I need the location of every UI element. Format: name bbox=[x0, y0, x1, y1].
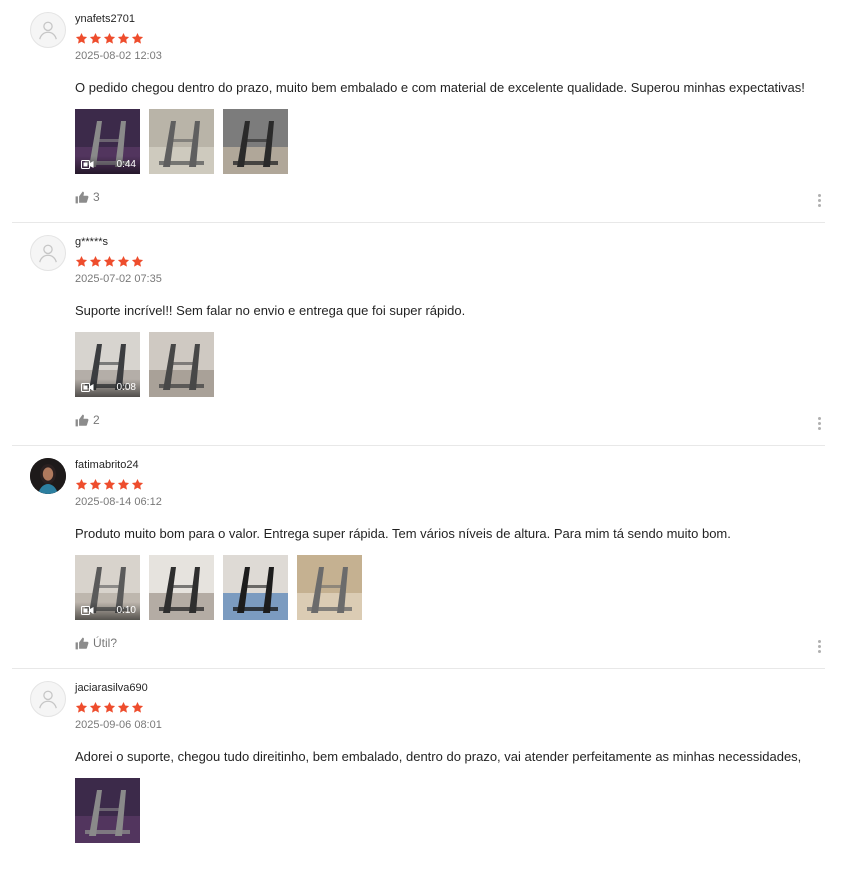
review-media-list: 0:10 bbox=[75, 555, 825, 620]
review-body: jaciarasilva690 2025-09-06 08:01 Adorei o … bbox=[75, 669, 825, 843]
review-video-thumbnail[interactable]: 0:10 bbox=[75, 555, 140, 620]
video-camera-icon bbox=[81, 379, 94, 397]
review-text: Suporte incrível!! Sem falar no envio e … bbox=[75, 303, 466, 318]
more-options-icon[interactable] bbox=[813, 190, 825, 210]
star-icon bbox=[131, 478, 144, 491]
like-count: 2 bbox=[93, 413, 100, 427]
more-options-icon[interactable] bbox=[813, 413, 825, 433]
review-media-list bbox=[75, 778, 825, 843]
review-item: ynafets2701 2025-08-02 12:03 O pedido cheg… bbox=[12, 0, 825, 223]
star-icon bbox=[103, 32, 116, 45]
review-body: fatimabrito24 2025-08-14 06:12 Produto mui… bbox=[75, 446, 825, 668]
review-video-thumbnail[interactable]: 0:44 bbox=[75, 109, 140, 174]
star-icon bbox=[117, 478, 130, 491]
video-overlay: 0:08 bbox=[75, 379, 140, 397]
thumbs-up-icon bbox=[75, 637, 89, 650]
like-button[interactable]: 3 bbox=[75, 190, 100, 204]
review-video-thumbnail[interactable]: 0:08 bbox=[75, 332, 140, 397]
star-icon bbox=[75, 701, 88, 714]
user-avatar[interactable] bbox=[30, 12, 66, 48]
review-username[interactable]: jaciarasilva690 bbox=[75, 682, 825, 695]
review-actions: 2 bbox=[75, 413, 825, 445]
star-icon bbox=[103, 701, 116, 714]
review-body: g*****s 2025-07-02 07:35 Suporte incrível!… bbox=[75, 223, 825, 445]
video-duration: 0:08 bbox=[116, 382, 136, 393]
star-icon bbox=[75, 32, 88, 45]
review-text: Adorei o suporte, chegou tudo direitinho… bbox=[75, 749, 802, 764]
review-item: g*****s 2025-07-02 07:35 Suporte incrível!… bbox=[12, 223, 825, 446]
review-username[interactable]: g*****s bbox=[75, 236, 825, 249]
star-rating bbox=[75, 701, 825, 714]
star-icon bbox=[75, 255, 88, 268]
review-date: 2025-09-06 08:01 bbox=[75, 719, 162, 731]
video-overlay: 0:10 bbox=[75, 602, 140, 620]
review-photo-thumbnail[interactable] bbox=[149, 555, 214, 620]
star-icon bbox=[89, 701, 102, 714]
like-count: 3 bbox=[93, 190, 100, 204]
review-item: jaciarasilva690 2025-09-06 08:01 Adorei o … bbox=[12, 669, 825, 843]
star-rating bbox=[75, 478, 825, 491]
review-photo-thumbnail[interactable] bbox=[223, 555, 288, 620]
review-media-list: 0:08 bbox=[75, 332, 825, 397]
review-item: fatimabrito24 2025-08-14 06:12 Produto mui… bbox=[12, 446, 825, 669]
like-count: Útil? bbox=[93, 636, 118, 650]
star-icon bbox=[89, 32, 102, 45]
star-icon bbox=[89, 478, 102, 491]
review-text: Produto muito bom para o valor. Entrega … bbox=[75, 526, 731, 541]
review-actions: 3 bbox=[75, 190, 825, 222]
star-icon bbox=[131, 701, 144, 714]
star-icon bbox=[75, 478, 88, 491]
video-duration: 0:10 bbox=[116, 605, 136, 616]
star-icon bbox=[131, 255, 144, 268]
video-overlay: 0:44 bbox=[75, 156, 140, 174]
video-camera-icon bbox=[81, 602, 94, 620]
star-icon bbox=[103, 478, 116, 491]
review-list: ynafets2701 2025-08-02 12:03 O pedido cheg… bbox=[0, 0, 842, 843]
like-button[interactable]: 2 bbox=[75, 413, 100, 427]
star-icon bbox=[131, 32, 144, 45]
star-rating bbox=[75, 32, 825, 45]
review-media-list: 0:44 bbox=[75, 109, 825, 174]
star-icon bbox=[89, 255, 102, 268]
review-photo-thumbnail[interactable] bbox=[223, 109, 288, 174]
video-duration: 0:44 bbox=[116, 159, 136, 170]
video-camera-icon bbox=[81, 156, 94, 174]
review-username[interactable]: fatimabrito24 bbox=[75, 459, 825, 472]
review-photo-thumbnail[interactable] bbox=[149, 109, 214, 174]
user-avatar[interactable] bbox=[30, 458, 66, 494]
star-icon bbox=[117, 701, 130, 714]
review-date: 2025-07-02 07:35 bbox=[75, 273, 162, 285]
review-photo-thumbnail[interactable] bbox=[297, 555, 362, 620]
user-avatar[interactable] bbox=[30, 235, 66, 271]
review-photo-thumbnail[interactable] bbox=[75, 778, 140, 843]
star-icon bbox=[117, 32, 130, 45]
more-options-icon[interactable] bbox=[813, 636, 825, 656]
thumbs-up-icon bbox=[75, 191, 89, 204]
review-date: 2025-08-14 06:12 bbox=[75, 496, 162, 508]
star-rating bbox=[75, 255, 825, 268]
star-icon bbox=[117, 255, 130, 268]
review-date: 2025-08-02 12:03 bbox=[75, 50, 162, 62]
review-text: O pedido chegou dentro do prazo, muito b… bbox=[75, 80, 805, 95]
review-body: ynafets2701 2025-08-02 12:03 O pedido cheg… bbox=[75, 0, 825, 222]
star-icon bbox=[103, 255, 116, 268]
thumbs-up-icon bbox=[75, 414, 89, 427]
review-username[interactable]: ynafets2701 bbox=[75, 13, 825, 26]
review-photo-thumbnail[interactable] bbox=[149, 332, 214, 397]
like-button[interactable]: Útil? bbox=[75, 636, 117, 650]
user-avatar[interactable] bbox=[30, 681, 66, 717]
review-actions: Útil? bbox=[75, 636, 825, 668]
